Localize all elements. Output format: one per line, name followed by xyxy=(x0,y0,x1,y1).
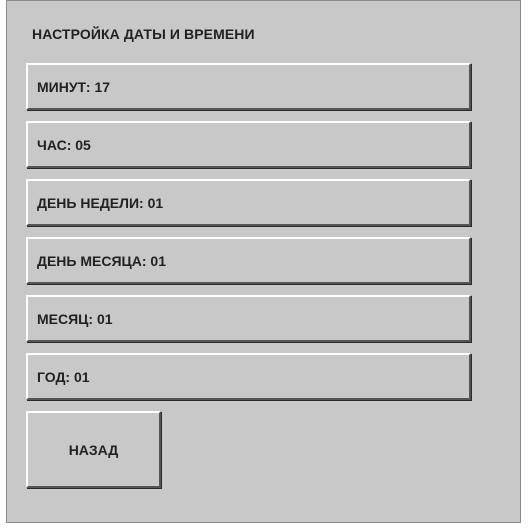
day-of-week-button[interactable]: ДЕНЬ НЕДЕЛИ: 01 xyxy=(26,179,471,226)
minute-button[interactable]: МИНУТ: 17 xyxy=(26,63,471,110)
day-of-month-button[interactable]: ДЕНЬ МЕСЯЦА: 01 xyxy=(26,237,471,284)
month-label: МЕСЯЦ: 01 xyxy=(37,310,113,327)
day-of-month-label: ДЕНЬ МЕСЯЦА: 01 xyxy=(37,252,167,269)
year-button[interactable]: ГОД: 01 xyxy=(26,353,471,400)
hour-label: ЧАС: 05 xyxy=(37,136,91,153)
hour-button[interactable]: ЧАС: 05 xyxy=(26,121,471,168)
year-label: ГОД: 01 xyxy=(37,368,90,385)
minute-label: МИНУТ: 17 xyxy=(37,78,111,95)
back-button-label: НАЗАД xyxy=(68,441,119,458)
page-title: НАСТРОЙКА ДАТЫ И ВРЕМЕНИ xyxy=(32,26,255,42)
back-button[interactable]: НАЗАД xyxy=(26,411,161,488)
day-of-week-label: ДЕНЬ НЕДЕЛИ: 01 xyxy=(37,194,164,211)
month-button[interactable]: МЕСЯЦ: 01 xyxy=(26,295,471,342)
